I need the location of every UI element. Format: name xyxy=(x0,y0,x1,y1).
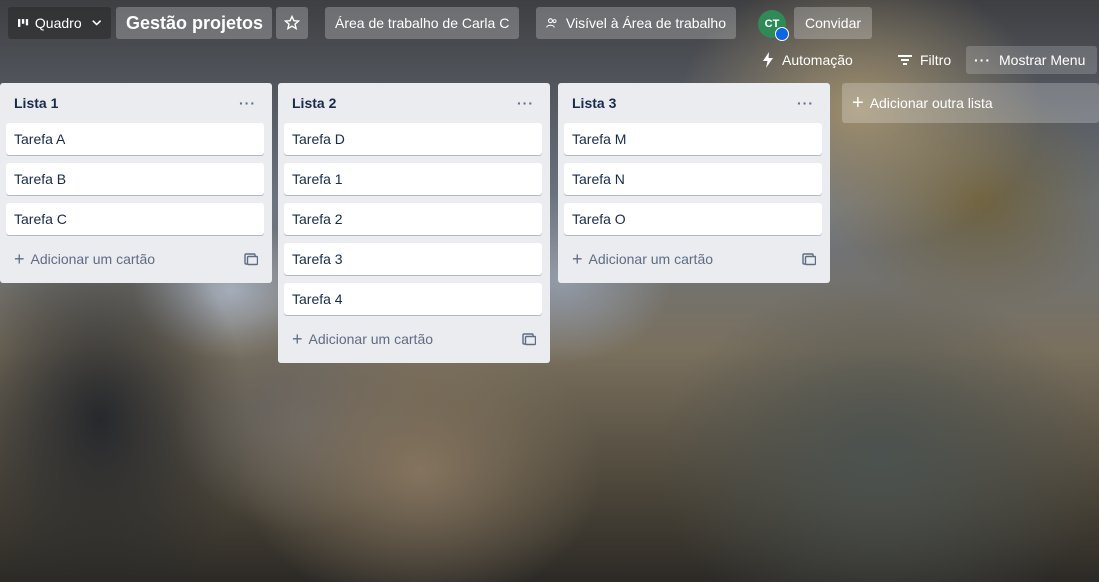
card[interactable]: Tarefa 3 xyxy=(284,243,542,275)
add-card-label: Adicionar um cartão xyxy=(308,331,434,347)
card[interactable]: Tarefa 1 xyxy=(284,163,542,195)
invite-label: Convidar xyxy=(804,15,862,31)
list-header: Lista 1 ··· xyxy=(6,91,264,115)
list-1: Lista 1 ··· Tarefa A Tarefa B Tarefa C +… xyxy=(0,83,272,283)
show-menu-label: Mostrar Menu xyxy=(999,52,1086,68)
card[interactable]: Tarefa N xyxy=(564,163,822,195)
add-card-row: + Adicionar um cartão xyxy=(564,243,822,275)
card-list: Tarefa M Tarefa N Tarefa O xyxy=(564,123,822,235)
filter-label: Filtro xyxy=(920,52,952,68)
card[interactable]: Tarefa 4 xyxy=(284,283,542,315)
chevron-down-icon xyxy=(91,20,101,26)
list-title[interactable]: Lista 2 xyxy=(292,95,336,111)
list-title[interactable]: Lista 3 xyxy=(572,95,616,111)
board-title-button[interactable]: Gestão projetos xyxy=(116,7,272,39)
add-card-button[interactable]: + Adicionar um cartão xyxy=(14,250,155,268)
add-card-label: Adicionar um cartão xyxy=(30,251,156,267)
card[interactable]: Tarefa A xyxy=(6,123,264,155)
list-menu-icon[interactable]: ··· xyxy=(797,95,814,111)
card[interactable]: Tarefa 2 xyxy=(284,203,542,235)
visibility-label: Visível à Área de trabalho xyxy=(565,15,726,31)
plus-icon: + xyxy=(852,92,864,114)
list-menu-icon[interactable]: ··· xyxy=(517,95,534,111)
card-list: Tarefa D Tarefa 1 Tarefa 2 Tarefa 3 Tare… xyxy=(284,123,542,315)
workspace-label: Área de trabalho de Carla C xyxy=(335,15,510,31)
filter-button[interactable]: Filtro xyxy=(890,46,959,74)
card[interactable]: Tarefa B xyxy=(6,163,264,195)
lightning-icon xyxy=(763,52,773,68)
list-header: Lista 2 ··· xyxy=(284,91,542,115)
add-card-button[interactable]: + Adicionar um cartão xyxy=(572,250,713,268)
card[interactable]: Tarefa M xyxy=(564,123,822,155)
people-icon xyxy=(546,18,557,28)
add-list-button[interactable]: + Adicionar outra lista xyxy=(842,83,1099,123)
plus-icon: + xyxy=(14,249,25,269)
invite-button[interactable]: Convidar xyxy=(794,7,872,39)
card[interactable]: Tarefa C xyxy=(6,203,264,235)
list-menu-icon[interactable]: ··· xyxy=(239,95,256,111)
filter-icon xyxy=(898,55,912,65)
workspace-button[interactable]: Área de trabalho de Carla C xyxy=(325,7,519,39)
list-2: Lista 2 ··· Tarefa D Tarefa 1 Tarefa 2 T… xyxy=(278,83,550,363)
board-header: Quadro Gestão projetos Área de trabalho … xyxy=(0,0,1099,46)
board-title: Gestão projetos xyxy=(126,12,264,33)
add-card-label: Adicionar um cartão xyxy=(588,251,714,267)
add-card-button[interactable]: + Adicionar um cartão xyxy=(292,330,433,348)
plus-icon: + xyxy=(292,329,303,349)
automation-button[interactable]: Automação xyxy=(754,46,861,74)
ellipsis-icon: ··· xyxy=(974,52,991,68)
add-card-row: + Adicionar um cartão xyxy=(284,323,542,355)
avatar[interactable]: CT xyxy=(758,10,789,41)
template-icon[interactable] xyxy=(522,332,536,346)
star-icon xyxy=(284,15,300,31)
card[interactable]: Tarefa D xyxy=(284,123,542,155)
plus-icon: + xyxy=(572,249,583,269)
card-list: Tarefa A Tarefa B Tarefa C xyxy=(6,123,264,235)
visibility-button[interactable]: Visível à Área de trabalho xyxy=(536,7,736,39)
star-button[interactable] xyxy=(276,7,308,39)
card[interactable]: Tarefa O xyxy=(564,203,822,235)
automation-label: Automação xyxy=(782,52,853,68)
admin-badge-icon xyxy=(775,27,789,41)
add-list-label: Adicionar outra lista xyxy=(869,95,993,111)
add-card-row: + Adicionar um cartão xyxy=(6,243,264,275)
view-switcher-button[interactable]: Quadro xyxy=(8,7,111,39)
list-title[interactable]: Lista 1 xyxy=(14,95,58,111)
template-icon[interactable] xyxy=(802,252,816,266)
list-3: Lista 3 ··· Tarefa M Tarefa N Tarefa O +… xyxy=(558,83,830,283)
show-menu-button[interactable]: ··· Mostrar Menu xyxy=(966,46,1098,74)
template-icon[interactable] xyxy=(244,252,258,266)
board-view-icon xyxy=(18,19,29,27)
view-switcher-label: Quadro xyxy=(34,15,82,31)
list-header: Lista 3 ··· xyxy=(564,91,822,115)
